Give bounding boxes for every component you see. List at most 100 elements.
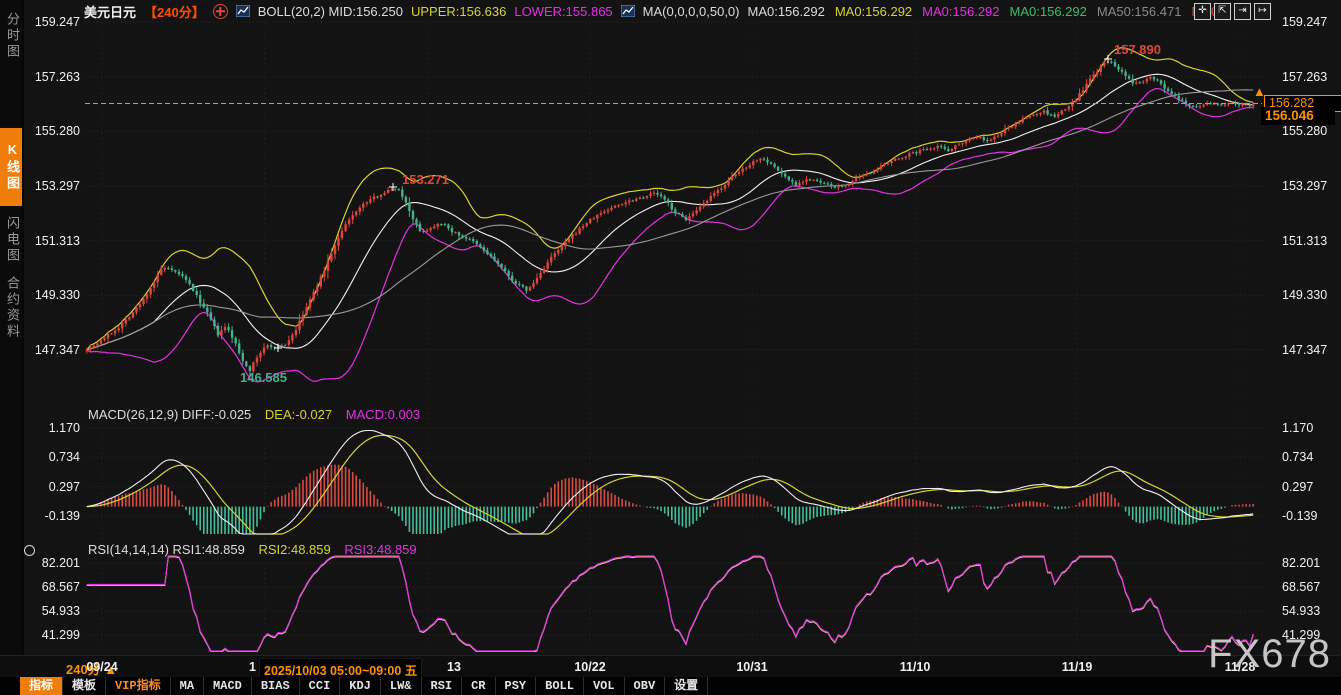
indicator-toolbar: 指标模板VIP指标MAMACDBIASCCIKDJLW&RSICRPSYBOLL… xyxy=(0,677,1341,695)
rsi-panel xyxy=(87,556,1253,652)
y-axis-label: 82.201 xyxy=(22,556,80,570)
pan-right-icon[interactable]: ↦ xyxy=(1254,3,1271,20)
macd-dea-label: DEA:-0.027 xyxy=(265,407,332,422)
annotation-swing-low: 146.585 xyxy=(240,370,287,385)
y-axis-label: 147.347 xyxy=(22,343,80,357)
date-tick-label: 10/31 xyxy=(736,660,767,674)
y-axis-label: 54.933 xyxy=(22,604,80,618)
rsi-panel-header: RSI(14,14,14) RSI1:48.859 RSI2:48.859 RS… xyxy=(88,542,427,557)
macd-value-label: MACD:0.003 xyxy=(346,407,420,422)
date-tick-fragment: 1 xyxy=(249,660,256,674)
y-axis-label: 159.247 xyxy=(1282,15,1327,29)
ma-value-label: MA0:156.292 xyxy=(1010,4,1087,19)
y-axis-label: 153.297 xyxy=(22,179,80,193)
y-axis-label: 157.263 xyxy=(22,70,80,84)
period-badge[interactable]: 【240分】 xyxy=(144,2,205,21)
ma-value-label: MA50:156.471 xyxy=(1097,4,1182,19)
scale-horizontal-icon[interactable]: ⇥ xyxy=(1234,3,1251,20)
toolbar-item-vol[interactable]: VOL xyxy=(584,677,625,695)
toolbar-item-cr[interactable]: CR xyxy=(462,677,495,695)
toolbar-item-settings[interactable]: 设置 xyxy=(665,677,708,695)
y-axis-label: 0.734 xyxy=(22,450,80,464)
date-tick-label: 11/19 xyxy=(1062,660,1093,674)
ma-params-label: MA(0,0,0,0,50,0) xyxy=(643,4,740,19)
toolbar-item-bias[interactable]: BIAS xyxy=(252,677,300,695)
toolbar-item-template[interactable]: 模板 xyxy=(63,677,106,695)
y-axis-label: 151.313 xyxy=(22,234,80,248)
chart-window-controls: ✛⇱⇥↦ xyxy=(1194,3,1271,20)
y-axis-label: 82.201 xyxy=(1282,556,1320,570)
toolbar-item-obv[interactable]: OBV xyxy=(625,677,666,695)
line-chart-icon xyxy=(236,5,250,17)
date-axis: 240分 ▲ 09/2410/2210/3111/1011/1911/28113… xyxy=(0,655,1341,678)
y-axis-label: 0.297 xyxy=(1282,480,1313,494)
pan-tool-icon[interactable]: ✛ xyxy=(1194,3,1211,20)
sidebar-item-lightning-chart[interactable]: 闪电图 xyxy=(0,210,22,270)
y-axis-label: 54.933 xyxy=(1282,604,1320,618)
toolbar-item-boll[interactable]: BOLL xyxy=(536,677,584,695)
toolbar-item-indicator[interactable]: 指标 xyxy=(20,677,63,695)
toolbar-item-kdj[interactable]: KDJ xyxy=(340,677,381,695)
boll-values-label: BOLL(20,2) MID:156.250 xyxy=(258,4,403,19)
price-panel xyxy=(87,48,1253,382)
y-axis-label: 153.297 xyxy=(1282,179,1327,193)
toolbar-item-psy[interactable]: PSY xyxy=(496,677,537,695)
toolbar-item-ma[interactable]: MA xyxy=(171,677,204,695)
rsi2-label: RSI2:48.859 xyxy=(258,542,330,557)
y-axis-label: 155.280 xyxy=(22,124,80,138)
y-axis-label: 159.247 xyxy=(22,15,80,29)
macd-panel xyxy=(87,431,1253,535)
chart-canvas[interactable] xyxy=(0,0,1341,695)
date-tick-label: 10/22 xyxy=(574,660,605,674)
sidebar-item-time-chart[interactable]: 分时图 xyxy=(0,6,22,66)
annotation-swing-high: 153.271 xyxy=(402,172,449,187)
y-axis-label: 68.567 xyxy=(1282,580,1320,594)
symbol-title: 美元日元 xyxy=(84,2,136,21)
y-axis-label: 41.299 xyxy=(22,628,80,642)
boll-lower-label: LOWER:155.865 xyxy=(514,4,612,19)
date-tick-fragment: 13 xyxy=(447,660,461,674)
sidebar-item-kline-chart[interactable]: K线图 xyxy=(0,128,22,206)
y-axis-label: 157.263 xyxy=(1282,70,1327,84)
ma-values: MA0:156.292 MA0:156.292 MA0:156.292 MA0:156… xyxy=(747,4,1229,19)
last-price-label: 156.046 xyxy=(1261,107,1335,125)
y-axis-label: 41.299 xyxy=(1282,628,1320,642)
y-axis-label: 1.170 xyxy=(1282,421,1313,435)
left-tab-strip: 分时图 K线图闪电图合约资料 xyxy=(0,0,24,655)
alert-plus-icon[interactable] xyxy=(213,4,228,19)
macd-panel-header: MACD(26,12,9) DIFF:-0.025 DEA:-0.027 MAC… xyxy=(88,407,430,422)
toolbar-item-lw[interactable]: LW& xyxy=(381,677,422,695)
chart-header: 美元日元 【240分】 BOLL(20,2) MID:156.250 UPPER… xyxy=(84,2,1229,20)
toolbar-item-cci[interactable]: CCI xyxy=(300,677,341,695)
y-axis-label: 151.313 xyxy=(1282,234,1327,248)
toolbar-item-rsi[interactable]: RSI xyxy=(422,677,463,695)
toolbar-item-vip-indicator[interactable]: VIP指标 xyxy=(106,677,171,695)
y-axis-label: 0.297 xyxy=(22,480,80,494)
ma-value-label: MA0:156.292 xyxy=(922,4,999,19)
date-tick-label: 09/24 xyxy=(86,660,117,674)
boll-upper-label: UPPER:156.636 xyxy=(411,4,506,19)
rsi1-label: RSI(14,14,14) RSI1:48.859 xyxy=(88,542,245,557)
sidebar-item-contract-info[interactable]: 合约资料 xyxy=(0,270,22,346)
date-tick-label: 11/28 xyxy=(1225,660,1256,674)
line-chart-icon xyxy=(621,5,635,17)
toolbar-item-macd[interactable]: MACD xyxy=(204,677,252,695)
y-axis-label: 0.734 xyxy=(1282,450,1313,464)
grid-layer xyxy=(85,22,1263,652)
indicator-dot-icon[interactable] xyxy=(24,545,35,556)
y-axis-label: 155.280 xyxy=(1282,124,1327,138)
date-tick-label: 11/10 xyxy=(900,660,931,674)
annotation-high: 157.890 xyxy=(1114,42,1161,57)
y-axis-label: -0.139 xyxy=(1282,509,1317,523)
ma-value-label: MA0:156.292 xyxy=(835,4,912,19)
scale-vertical-icon[interactable]: ⇱ xyxy=(1214,3,1231,20)
rsi3-label: RSI3:48.859 xyxy=(344,542,416,557)
ma-value-label: MA0:156.292 xyxy=(747,4,824,19)
cross-marker xyxy=(274,344,282,352)
candles-layer xyxy=(86,59,1255,376)
price-alert-arrow-icon: ▲ xyxy=(1253,84,1266,99)
y-axis-label: 149.330 xyxy=(22,288,80,302)
y-axis-label: 68.567 xyxy=(22,580,80,594)
y-axis-label: 147.347 xyxy=(1282,343,1327,357)
y-axis-label: -0.139 xyxy=(22,509,80,523)
